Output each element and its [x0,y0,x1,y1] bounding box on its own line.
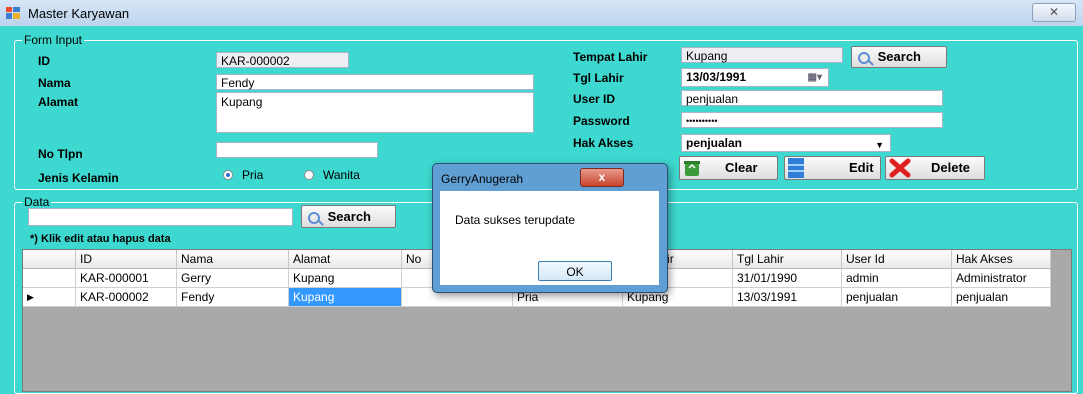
cell-tgl-lahir[interactable]: 13/03/1991 [732,287,842,307]
user-id-field[interactable]: penjualan [681,90,943,106]
cell-hak-akses[interactable]: penjualan [951,287,1051,307]
dialog-close-button[interactable]: x [580,168,624,187]
grid-col-alamat[interactable]: Alamat [288,250,402,269]
database-icon [788,158,804,178]
grid-row-header-corner [23,250,76,269]
cell-nama[interactable]: Gerry [176,268,289,288]
tempat-lahir-label: Tempat Lahir [573,50,648,64]
hak-akses-value: penjualan [686,136,743,150]
hak-akses-label: Hak Akses [573,136,634,150]
cell-alamat[interactable]: Kupang [288,268,402,288]
grid-col-user-id[interactable]: User Id [841,250,952,269]
radio-wanita-label: Wanita [323,168,360,182]
data-search-input[interactable] [28,208,293,226]
search-icon [308,211,320,224]
form-input-legend: Form Input [22,33,85,47]
delete-button[interactable]: Delete [885,156,985,180]
data-legend: Data [22,195,52,209]
recycle-icon [684,161,700,176]
window-title: Master Karyawan [28,6,130,21]
row-marker[interactable]: ▶ [23,287,76,307]
tgl-lahir-picker[interactable]: 13/03/1991 ▦▾ [681,68,829,87]
cell-nama[interactable]: Fendy [176,287,289,307]
clear-button[interactable]: Clear [679,156,778,180]
dialog-message: Data sukses terupdate [455,213,576,227]
hak-akses-select[interactable]: penjualan ▼ [681,134,891,152]
row-marker[interactable] [23,268,76,288]
cell-user-id[interactable]: penjualan [841,287,952,307]
message-dialog: GerryAnugerah x Data sukses terupdate OK [432,163,668,293]
no-tlpn-label: No Tlpn [38,147,83,161]
delete-button-label: Delete [931,160,971,175]
user-id-label: User ID [573,92,616,106]
cell-tgl-lahir[interactable]: 31/01/1990 [732,268,842,288]
delete-x-icon [889,158,911,178]
cell-user-id[interactable]: admin [841,268,952,288]
window-close-button[interactable]: ✕ [1032,3,1076,22]
nama-label: Nama [38,76,71,90]
clear-button-label: Clear [725,160,758,175]
edit-button[interactable]: Edit [784,156,881,180]
app-icon [6,7,20,19]
calendar-dropdown-icon[interactable]: ▦▾ [808,70,822,86]
tgl-lahir-label: Tgl Lahir [573,71,624,85]
search-button-label: Search [877,49,921,64]
grid-col-nama[interactable]: Nama [176,250,289,269]
grid-col-tgl-lahir[interactable]: Tgl Lahir [732,250,842,269]
radio-pria-label: Pria [242,168,264,182]
nama-field[interactable]: Fendy [216,74,534,90]
jenis-kelamin-label: Jenis Kelamin [38,171,119,185]
tempat-lahir-search-button[interactable]: Search [851,46,947,68]
edit-button-label: Edit [849,160,874,175]
alamat-label: Alamat [38,95,79,109]
dialog-body: Data sukses terupdate OK [440,191,659,285]
data-search-button[interactable]: Search [301,205,396,228]
password-field[interactable]: •••••••••• [681,112,943,128]
tempat-lahir-field[interactable]: Kupang [681,47,843,63]
grid-col-hak-akses[interactable]: Hak Akses [951,250,1051,269]
tgl-lahir-value: 13/03/1991 [686,70,747,84]
alamat-field[interactable]: Kupang [216,92,534,133]
data-hint: *) Klik edit atau hapus data [30,233,171,245]
id-field[interactable]: KAR-000002 [216,52,349,68]
id-label: ID [38,54,50,68]
cell-id[interactable]: KAR-000001 [75,268,177,288]
title-bar: Master Karyawan ✕ [0,0,1083,26]
radio-wanita[interactable] [304,170,314,180]
data-search-button-label: Search [327,209,371,224]
cell-hak-akses[interactable]: Administrator [951,268,1051,288]
cell-alamat-selected[interactable]: Kupang [288,287,402,307]
ok-button[interactable]: OK [538,261,612,281]
grid-col-id[interactable]: ID [75,250,177,269]
no-tlpn-field[interactable] [216,142,378,158]
cell-id[interactable]: KAR-000002 [75,287,177,307]
chevron-down-icon: ▼ [875,140,884,150]
dialog-title: GerryAnugerah [441,172,524,186]
search-icon [858,51,870,64]
password-label: Password [573,114,630,128]
radio-pria[interactable] [223,170,233,180]
